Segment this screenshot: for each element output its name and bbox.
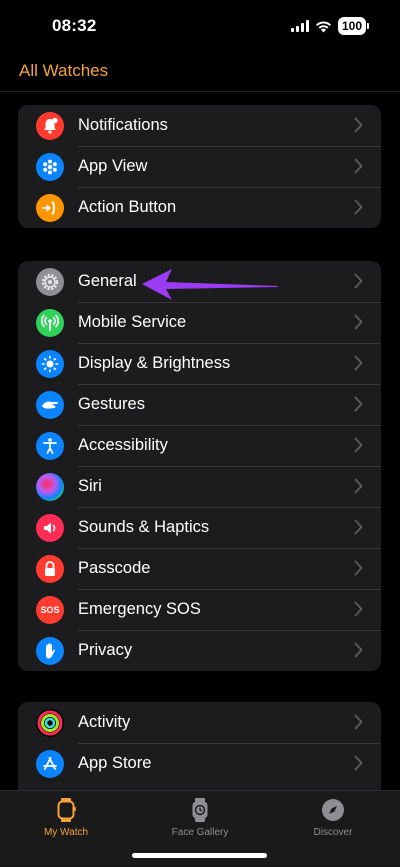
row-privacy[interactable]: Privacy — [18, 630, 381, 671]
row-app-store[interactable]: App Store — [18, 743, 381, 784]
row-passcode[interactable]: Passcode — [18, 548, 381, 589]
action-button-icon — [36, 194, 64, 222]
row-accessibility[interactable]: Accessibility — [18, 425, 381, 466]
home-indicator[interactable] — [132, 853, 267, 858]
nav-divider — [0, 91, 400, 92]
chevron-right-icon — [354, 601, 363, 617]
row-label: Passcode — [78, 559, 151, 577]
siri-icon — [36, 473, 64, 501]
gear-icon — [36, 268, 64, 296]
raised-hand-icon — [36, 637, 64, 665]
wifi-icon — [315, 20, 331, 32]
chevron-right-icon — [354, 478, 363, 494]
compass-icon — [320, 797, 346, 823]
watch-icon — [53, 797, 79, 823]
nav-bar: All Watches — [0, 52, 400, 92]
battery-icon: 100 — [337, 17, 370, 35]
tab-discover[interactable]: Discover — [273, 797, 393, 838]
status-time: 08:32 — [52, 16, 97, 35]
cellular-signal-icon — [290, 20, 309, 32]
row-label: Siri — [78, 477, 102, 495]
sos-icon: SOS — [36, 596, 64, 624]
row-sounds-haptics[interactable]: Sounds & Haptics — [18, 507, 381, 548]
chevron-right-icon — [354, 755, 363, 771]
tab-my-watch[interactable]: My Watch — [6, 797, 126, 838]
row-label: App View — [78, 157, 148, 175]
chevron-right-icon — [354, 158, 363, 174]
chevron-right-icon — [354, 519, 363, 535]
row-label: Display & Brightness — [78, 354, 231, 372]
antenna-icon — [36, 309, 64, 337]
chevron-right-icon — [354, 314, 363, 330]
chevron-right-icon — [354, 560, 363, 576]
chevron-right-icon — [354, 642, 363, 658]
row-label: Mobile Service — [78, 313, 187, 331]
row-label: Accessibility — [78, 436, 168, 454]
row-siri[interactable]: Siri — [18, 466, 381, 507]
chevron-right-icon — [354, 714, 363, 730]
watch-face-icon — [187, 797, 213, 823]
speaker-icon — [36, 514, 64, 542]
row-emergency-sos[interactable]: SOS Emergency SOS — [18, 589, 381, 630]
row-label: Emergency SOS — [78, 600, 201, 618]
row-label: App Store — [78, 754, 152, 772]
chevron-right-icon — [354, 273, 363, 289]
chevron-right-icon — [354, 396, 363, 412]
row-display-brightness[interactable]: Display & Brightness — [18, 343, 381, 384]
tab-face-gallery[interactable]: Face Gallery — [140, 797, 260, 838]
row-mobile-service[interactable]: Mobile Service — [18, 302, 381, 343]
row-general[interactable]: General — [18, 261, 381, 302]
gesture-hand-icon — [36, 391, 64, 419]
row-label: Activity — [78, 713, 131, 731]
row-label: Action Button — [78, 198, 177, 216]
row-gestures[interactable]: Gestures — [18, 384, 381, 425]
tab-label: Face Gallery — [171, 827, 229, 838]
activity-rings-icon — [36, 709, 64, 737]
status-bar: 08:32 100 — [0, 0, 400, 52]
settings-group-main: General Mobile Service Display & Brightn… — [18, 261, 381, 671]
chevron-right-icon — [354, 117, 363, 133]
row-notifications[interactable]: Notifications — [18, 105, 381, 146]
status-icons: 100 — [290, 17, 370, 35]
row-label: Notifications — [78, 116, 168, 134]
bell-badge-icon — [36, 112, 64, 140]
sun-icon — [36, 350, 64, 378]
chevron-right-icon — [354, 199, 363, 215]
row-app-view[interactable]: App View — [18, 146, 381, 187]
row-action-button[interactable]: Action Button — [18, 187, 381, 228]
row-activity[interactable]: Activity — [18, 702, 381, 743]
chevron-right-icon — [354, 355, 363, 371]
app-grid-icon — [36, 153, 64, 181]
settings-group-top: Notifications App View Action Button — [18, 105, 381, 228]
accessibility-icon — [36, 432, 64, 460]
row-label: Sounds & Haptics — [78, 518, 210, 536]
tab-label: Discover — [313, 827, 353, 838]
tab-label: My Watch — [43, 827, 89, 838]
row-label: Gestures — [78, 395, 145, 413]
lock-icon — [36, 555, 64, 583]
all-watches-link[interactable]: All Watches — [19, 61, 108, 81]
chevron-right-icon — [354, 437, 363, 453]
app-store-icon — [36, 750, 64, 778]
row-label: Privacy — [78, 641, 133, 659]
row-label: General — [78, 272, 137, 290]
